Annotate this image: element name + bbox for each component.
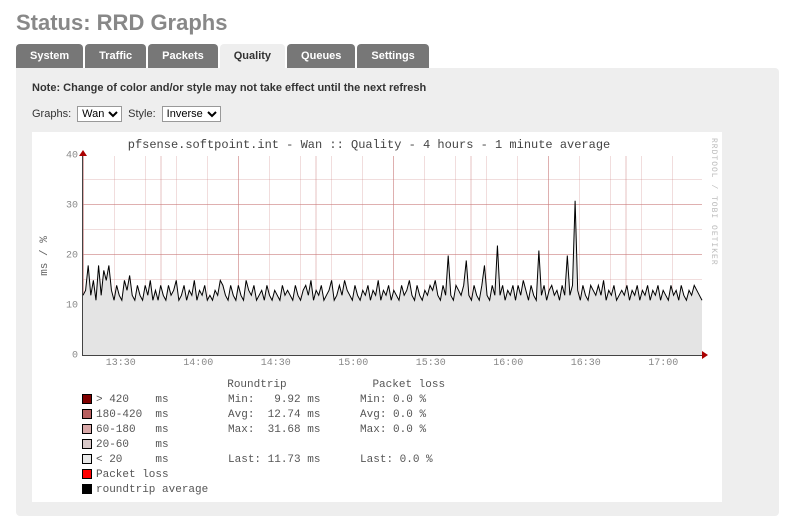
tab-packets[interactable]: Packets — [148, 44, 218, 68]
tab-queues[interactable]: Queues — [287, 44, 355, 68]
style-select[interactable]: Inverse — [162, 106, 221, 122]
page-title: Status: RRD Graphs — [16, 10, 795, 36]
plot-area — [82, 156, 702, 356]
content-panel: Note: Change of color and/or style may n… — [16, 68, 779, 516]
graphs-label: Graphs: — [32, 108, 71, 120]
tab-traffic[interactable]: Traffic — [85, 44, 146, 68]
chart-legend: Roundtrip Packet loss > 420 ms Min: 9.92… — [82, 378, 702, 498]
rrdtool-credit: RRDTOOL / TOBI OETIKER — [702, 136, 718, 498]
rrd-chart: pfsense.softpoint.int - Wan :: Quality -… — [32, 132, 722, 502]
tab-settings[interactable]: Settings — [357, 44, 428, 68]
y-axis: 010203040 — [54, 156, 82, 356]
tab-quality[interactable]: Quality — [220, 44, 285, 68]
x-axis: 13:3014:0014:3015:0015:3016:0016:3017:00 — [82, 356, 702, 372]
chart-title: pfsense.softpoint.int - Wan :: Quality -… — [36, 136, 702, 156]
y-axis-label: ms / % — [36, 156, 54, 356]
axis-arrow-x-icon — [702, 351, 708, 359]
graphs-select[interactable]: Wan — [77, 106, 122, 122]
graph-controls: Graphs: Wan Style: Inverse — [32, 106, 763, 122]
tab-system[interactable]: System — [16, 44, 83, 68]
style-label: Style: — [128, 108, 156, 120]
tab-bar: System Traffic Packets Quality Queues Se… — [16, 44, 795, 68]
refresh-note: Note: Change of color and/or style may n… — [32, 82, 763, 94]
